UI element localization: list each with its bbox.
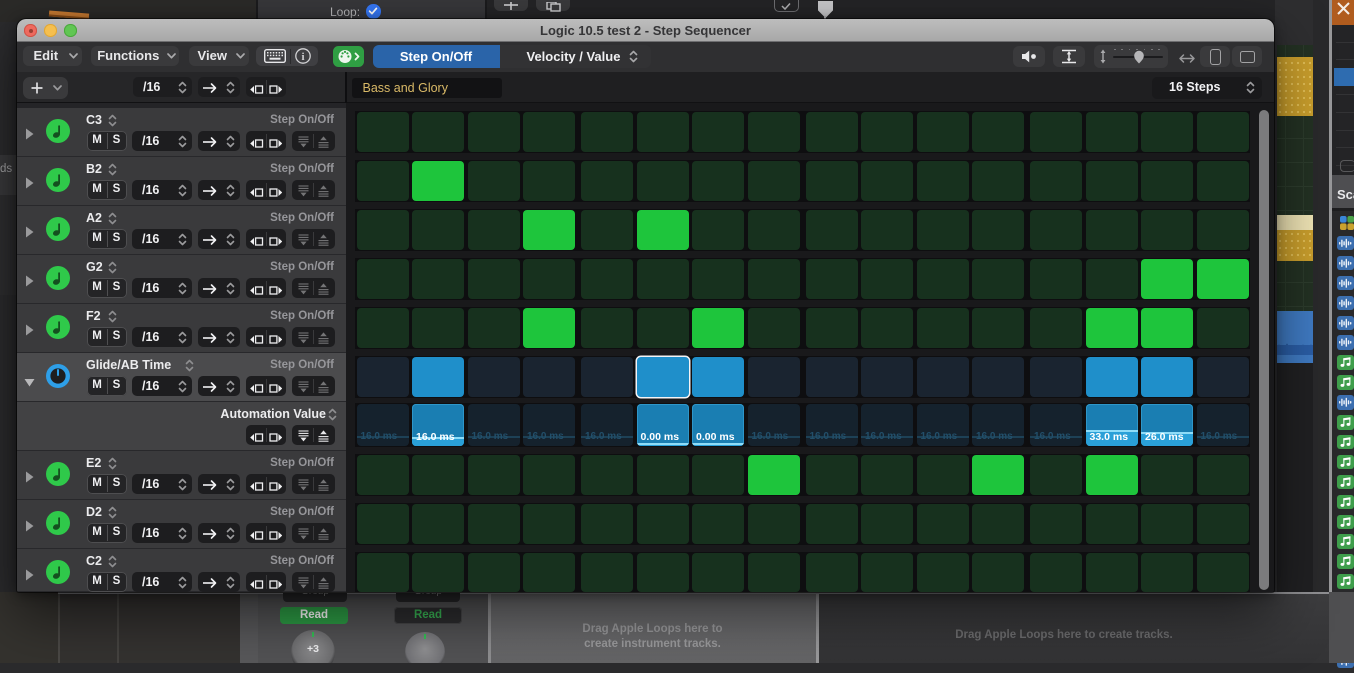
svg-text:i: i [301,51,304,63]
